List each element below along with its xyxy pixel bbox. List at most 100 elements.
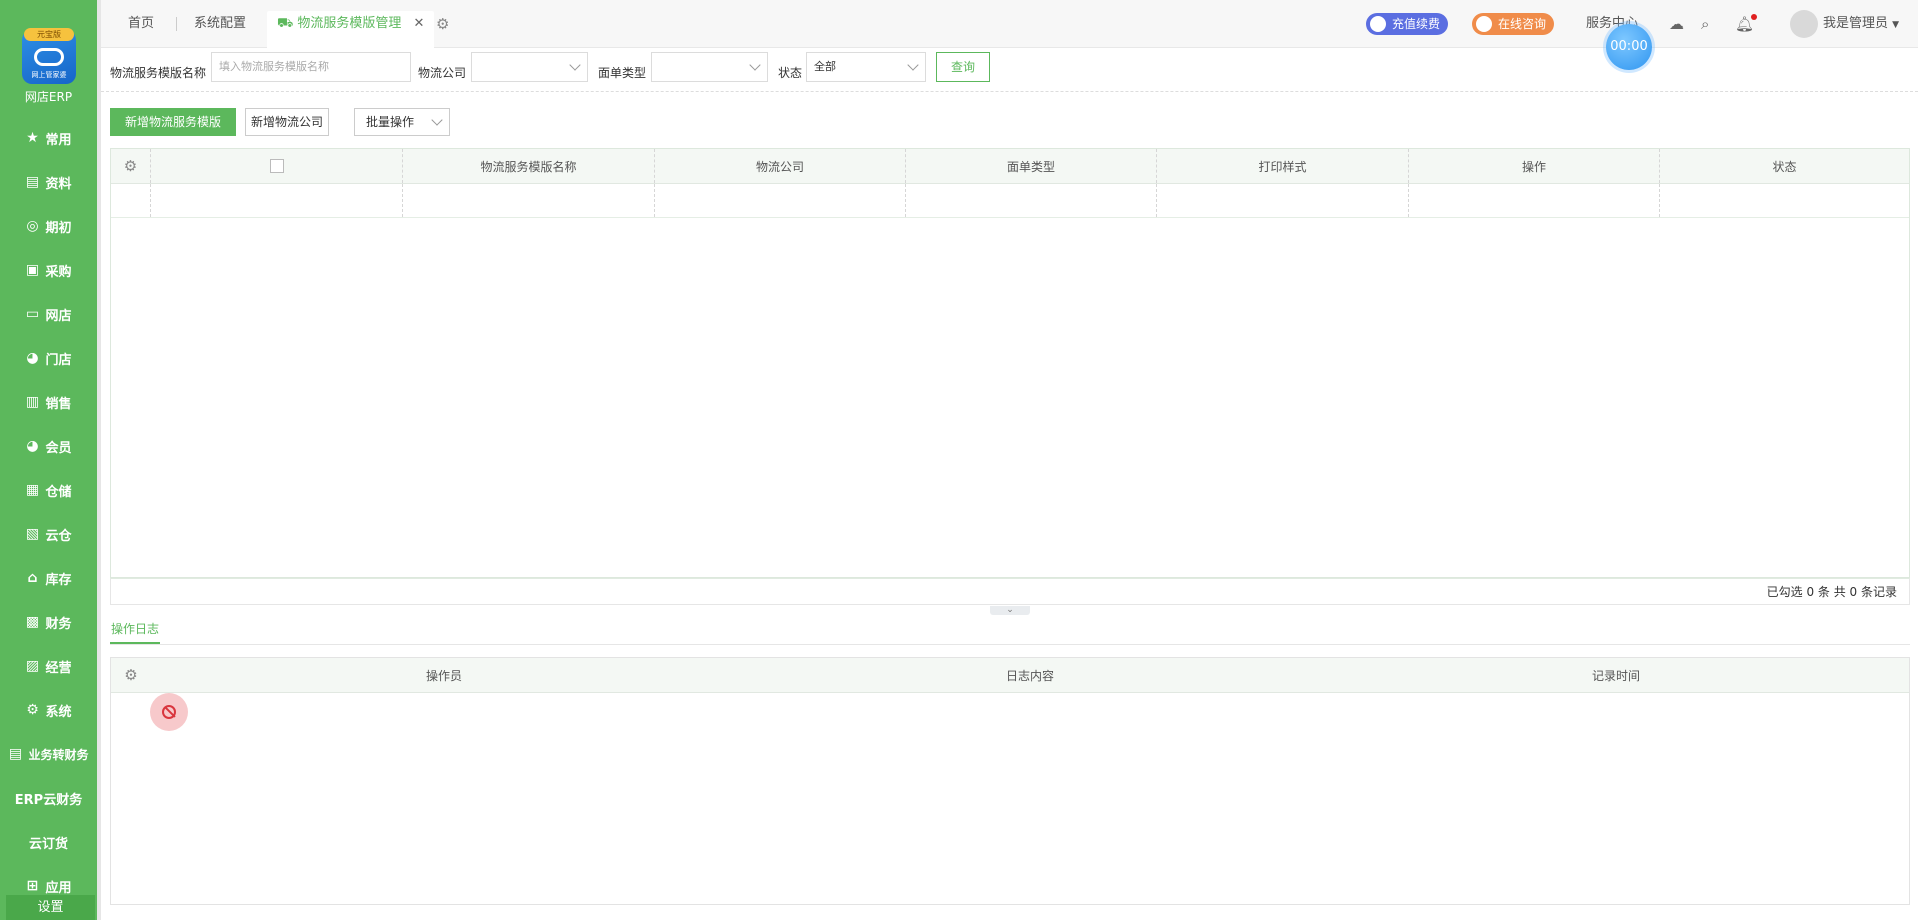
cloud-download-icon[interactable]: ☁ bbox=[1669, 11, 1684, 37]
col-waybill-type[interactable]: 面单类型 bbox=[906, 149, 1157, 183]
sidebar-item-cloud-order[interactable]: 云订货 bbox=[0, 830, 97, 854]
chevron-down-icon bbox=[907, 59, 919, 71]
table-cell bbox=[1660, 184, 1909, 217]
tab-operation-log[interactable]: 操作日志 bbox=[110, 620, 161, 644]
col-operation[interactable]: 操作 bbox=[1409, 149, 1660, 183]
template-name-input[interactable]: 填入物流服务模版名称 bbox=[211, 52, 411, 82]
table-cell bbox=[1157, 184, 1409, 217]
col-print-style[interactable]: 打印样式 bbox=[1157, 149, 1409, 183]
recharge-button[interactable]: 充值续费 bbox=[1366, 13, 1449, 35]
tab-home[interactable]: 首页 bbox=[128, 11, 154, 37]
tab-divider bbox=[176, 17, 177, 31]
sidebar-item-label: 门店 bbox=[45, 352, 72, 368]
sidebar-item-warehouse[interactable]: ▦ 仓储 bbox=[0, 478, 97, 502]
sidebar-item-finance[interactable]: ▩ 财务 bbox=[0, 610, 97, 634]
logo-subtitle: 网上管家婆 bbox=[31, 71, 67, 79]
user-menu[interactable]: 我是管理员 ▼ bbox=[1823, 11, 1899, 37]
sidebar-item-label: 财务 bbox=[45, 616, 72, 632]
sidebar-item-system[interactable]: ⚙ 系统 bbox=[0, 698, 97, 722]
table-cell bbox=[655, 184, 906, 217]
sidebar-item-initial[interactable]: ◎ 期初 bbox=[0, 214, 97, 238]
pie-icon: ◕ bbox=[26, 438, 39, 454]
store-icon: ▭ bbox=[25, 306, 40, 322]
sidebar-item-common[interactable]: ★ 常用 bbox=[0, 126, 97, 150]
sidebar-item-operation[interactable]: ▨ 经营 bbox=[0, 654, 97, 678]
col-log-content[interactable]: 日志内容 bbox=[737, 658, 1323, 692]
user-name: 我是管理员 bbox=[1823, 16, 1889, 31]
batch-ops-button[interactable]: 批量操作 bbox=[354, 108, 450, 136]
settings-button[interactable]: 设置 bbox=[6, 895, 95, 920]
caret-down-icon: ▼ bbox=[1892, 20, 1900, 30]
col-record-time[interactable]: 记录时间 bbox=[1323, 658, 1909, 692]
sidebar-item-label: 业务转财务 bbox=[28, 747, 89, 762]
gear-icon[interactable]: ⚙ bbox=[436, 11, 449, 37]
log-table-header: ⚙ 操作员 日志内容 记录时间 bbox=[111, 658, 1909, 693]
sidebar-item-cloud-warehouse[interactable]: ▧ 云仓 bbox=[0, 522, 97, 546]
table-cell bbox=[1409, 184, 1660, 217]
select-all-checkbox[interactable] bbox=[151, 149, 403, 183]
search-icon[interactable]: ⌕ bbox=[1701, 11, 1709, 37]
sidebar-item-sales[interactable]: ▥ 销售 bbox=[0, 390, 97, 414]
consult-label: 在线咨询 bbox=[1498, 17, 1547, 31]
company-select[interactable] bbox=[471, 52, 588, 82]
sidebar-item-label: 网店 bbox=[45, 308, 72, 324]
chart-icon: ▨ bbox=[25, 658, 40, 674]
table-cell bbox=[403, 184, 655, 217]
col-company[interactable]: 物流公司 bbox=[655, 149, 906, 183]
sidebar-item-eshop[interactable]: ▭ 网店 bbox=[0, 302, 97, 326]
recharge-label: 充值续费 bbox=[1392, 17, 1441, 31]
sidebar-scrollbar[interactable] bbox=[97, 0, 101, 920]
tab-system-config[interactable]: 系统配置 bbox=[194, 11, 246, 37]
sidebar-item-label: 仓储 bbox=[45, 484, 72, 500]
add-company-button[interactable]: 新增物流公司 bbox=[245, 108, 329, 136]
sidebar-item-store[interactable]: ◕ 门店 bbox=[0, 346, 97, 370]
sidebar-item-label: 系统 bbox=[45, 704, 72, 720]
add-template-button[interactable]: 新增物流服务模版 bbox=[110, 108, 236, 136]
sidebar-item-member[interactable]: ◕ 会员 bbox=[0, 434, 97, 458]
home-icon: ⌂ bbox=[27, 570, 38, 586]
waybill-type-select[interactable] bbox=[651, 52, 768, 82]
sidebar-item-label: 采购 bbox=[45, 264, 72, 280]
sidebar-item-label: 销售 bbox=[45, 396, 72, 412]
sidebar-item-data[interactable]: ▤ 资料 bbox=[0, 170, 97, 194]
plus-icon: ⊞ bbox=[26, 878, 39, 894]
table-cell bbox=[111, 184, 151, 217]
transfer-icon: ▤ bbox=[8, 746, 23, 762]
batch-label: 批量操作 bbox=[366, 115, 415, 129]
sidebar-item-label: 云订货 bbox=[28, 836, 68, 852]
sidebar-item-erp-cloud-finance[interactable]: ERP云财务 bbox=[0, 786, 97, 810]
col-status[interactable]: 状态 bbox=[1660, 149, 1909, 183]
online-consult-button[interactable]: 在线咨询 bbox=[1472, 13, 1555, 35]
template-table: ⚙ 物流服务模版名称 物流公司 面单类型 打印样式 操作 状态 bbox=[110, 148, 1910, 578]
sidebar-item-biz-finance[interactable]: ▤ 业务转财务 bbox=[0, 742, 97, 766]
query-button[interactable]: 查询 bbox=[936, 52, 990, 82]
gear-icon[interactable]: ⚙ bbox=[111, 658, 151, 692]
warehouse-icon: ▦ bbox=[25, 482, 40, 498]
sidebar-item-inventory[interactable]: ⌂ 库存 bbox=[0, 566, 97, 590]
table-cell bbox=[151, 184, 403, 217]
sidebar-item-purchase[interactable]: ▣ 采购 bbox=[0, 258, 97, 282]
gear-icon[interactable]: ⚙ bbox=[111, 149, 151, 183]
close-icon[interactable]: ✕ bbox=[414, 16, 425, 31]
status-select[interactable]: 全部 bbox=[806, 52, 926, 82]
sidebar: 元宝版 网上管家婆 网店ERP ★ 常用 ▤ 资料 ◎ 期初 ▣ 采购 ▭ 网店 ◕ 门店 … bbox=[0, 0, 97, 920]
pie-icon: ◕ bbox=[26, 350, 39, 366]
collapse-handle[interactable]: ⌄ bbox=[990, 606, 1030, 615]
col-operator[interactable]: 操作员 bbox=[151, 658, 737, 692]
sidebar-item-label: 应用 bbox=[45, 880, 72, 896]
bar-chart-icon: ▥ bbox=[25, 394, 40, 410]
col-template-name[interactable]: 物流服务模版名称 bbox=[403, 149, 655, 183]
sidebar-item-label: 期初 bbox=[45, 220, 72, 236]
chevron-down-icon bbox=[749, 59, 761, 71]
sidebar-item-label: 常用 bbox=[45, 132, 72, 148]
sidebar-item-label: 云仓 bbox=[45, 528, 72, 544]
avatar[interactable] bbox=[1790, 10, 1818, 38]
status-label: 状态 bbox=[778, 66, 803, 80]
target-icon: ◎ bbox=[26, 218, 39, 234]
tab-logistics-template[interactable]: ⛟ 物流服务模版管理 ✕ bbox=[267, 11, 435, 48]
table-footer: 已勾选 0 条 共 0 条记录 bbox=[110, 578, 1910, 605]
logo-name: 网店ERP bbox=[24, 90, 73, 104]
tab-label: 物流服务模版管理 bbox=[297, 16, 402, 31]
not-allowed-icon bbox=[150, 693, 188, 731]
filter-bar: 物流服务模版名称 填入物流服务模版名称 物流公司 面单类型 状态 全部 查询 bbox=[101, 48, 1918, 92]
